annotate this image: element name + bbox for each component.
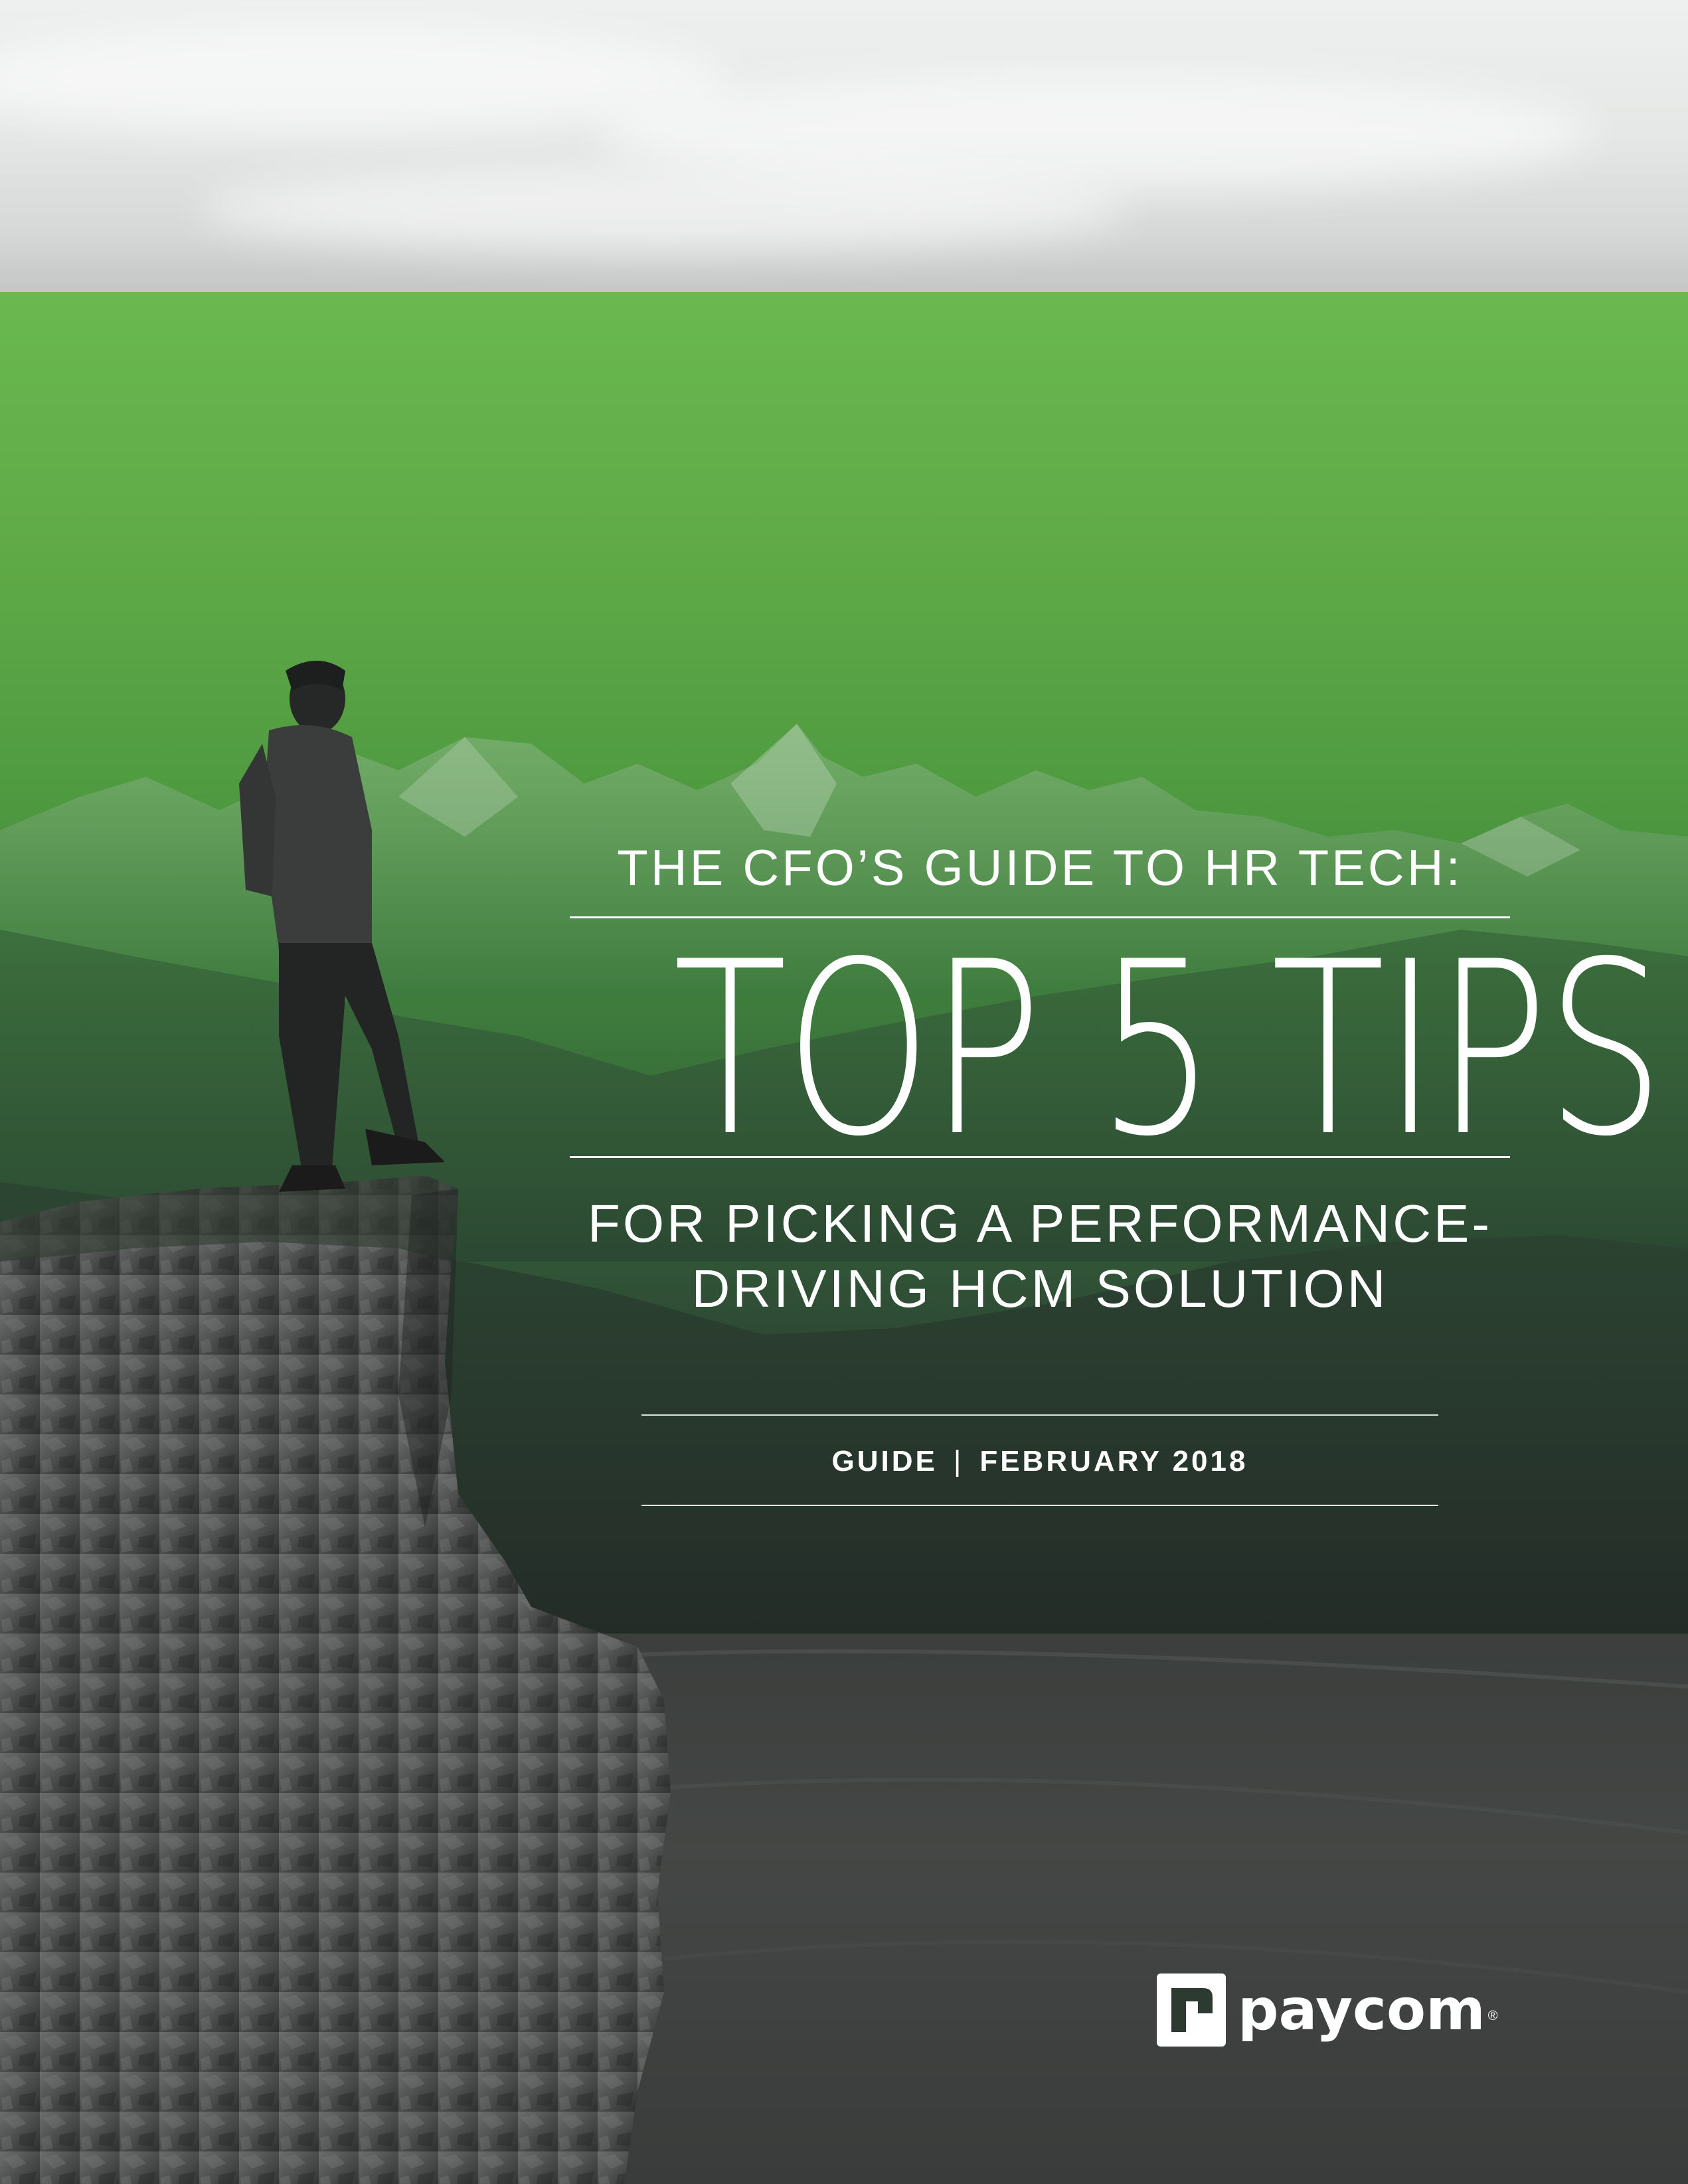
doc-type: GUIDE [831, 1445, 938, 1477]
meta-separator: | [953, 1445, 964, 1477]
subtitle: FOR PICKING A PERFORMANCE- DRIVING HCM S… [570, 1191, 1510, 1321]
cover-page: THE CFO’S GUIDE TO HR TECH: TOP 5 TIPS F… [0, 0, 1688, 2184]
paycom-logo: paycom ® [1157, 1974, 1497, 2047]
meta-rule-bottom [641, 1505, 1438, 1506]
subtitle-line-1: FOR PICKING A PERFORMANCE- [588, 1194, 1492, 1253]
pre-title: THE CFO’S GUIDE TO HR TECH: [617, 840, 1463, 896]
meta-block: GUIDE | FEBRUARY 2018 [641, 1414, 1438, 1506]
main-title-text: TOP 5 TIPS [673, 910, 1665, 1189]
registered-mark: ® [1487, 2008, 1498, 2023]
title-block: THE CFO’S GUIDE TO HR TECH: TOP 5 TIPS F… [570, 840, 1665, 1321]
brand-name: paycom [1238, 1977, 1485, 2043]
doc-meta: GUIDE | FEBRUARY 2018 [641, 1416, 1438, 1505]
subtitle-line-2: DRIVING HCM SOLUTION [691, 1258, 1389, 1318]
main-title: TOP 5 TIPS [673, 930, 1665, 1169]
doc-date: FEBRUARY 2018 [979, 1445, 1248, 1477]
paycom-logo-icon [1157, 1974, 1226, 2047]
